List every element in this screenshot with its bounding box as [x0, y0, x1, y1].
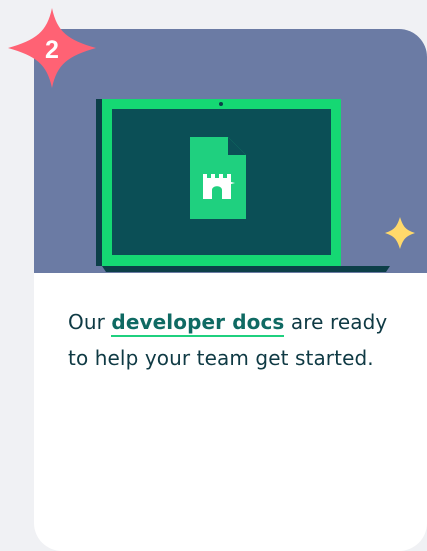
sparkle-shape: [385, 217, 415, 249]
sparkle-icon: [385, 217, 415, 249]
step-number: 2: [45, 35, 59, 64]
laptop-frame-shadow: [96, 99, 102, 266]
card-copy: Our developer docs are ready to help you…: [68, 304, 398, 376]
camera-dot: [219, 102, 223, 106]
castle-door: [215, 188, 219, 199]
developer-docs-card: Our developer docs are ready to help you…: [34, 29, 427, 551]
copy-text-before: Our: [68, 310, 112, 334]
developer-docs-link[interactable]: developer docs: [111, 310, 285, 337]
onboarding-step-page: Our developer docs are ready to help you…: [0, 0, 427, 551]
laptop-base: [102, 266, 390, 272]
